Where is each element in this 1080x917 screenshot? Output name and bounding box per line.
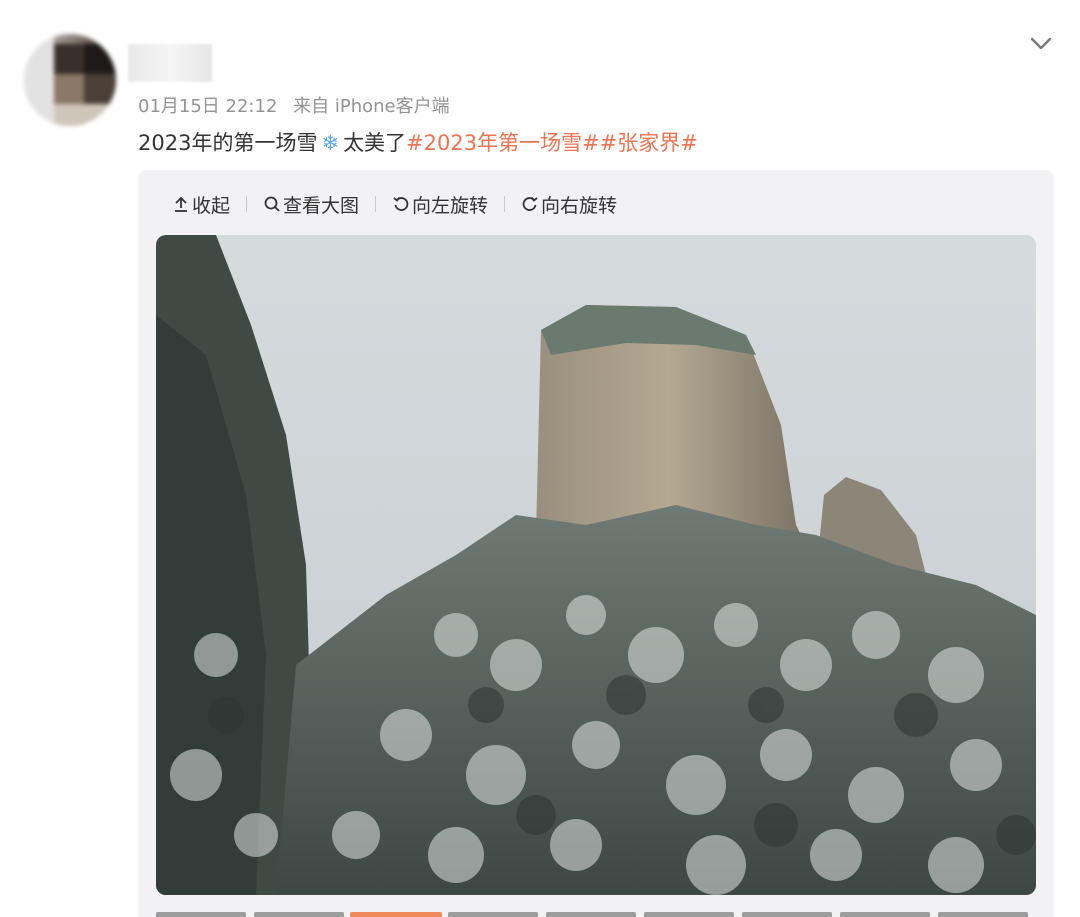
media-viewer: 收起 查看大图 向左旋转 向右旋转 <box>138 170 1054 917</box>
thumbnail[interactable] <box>254 912 344 917</box>
post-meta: 01月15日 22:12 来自 iPhone客户端 <box>138 92 450 118</box>
chevron-down-icon[interactable] <box>1028 30 1054 56</box>
rotate-right-button[interactable]: 向右旋转 <box>521 191 617 218</box>
thumbnail[interactable] <box>938 912 1028 917</box>
avatar[interactable] <box>24 34 116 126</box>
rotate-left-button[interactable]: 向左旋转 <box>392 191 488 218</box>
thumbnail[interactable] <box>840 912 930 917</box>
toolbar-divider <box>246 196 248 212</box>
thumbnail[interactable] <box>742 912 832 917</box>
rotate-left-label: 向左旋转 <box>412 194 489 217</box>
view-large-button[interactable]: 查看大图 <box>263 191 359 218</box>
hashtag-link[interactable]: #张家界# <box>600 131 698 155</box>
post-photo[interactable] <box>156 235 1036 895</box>
rotate-right-label: 向右旋转 <box>541 194 618 217</box>
snowflake-emoji: ❄ <box>321 131 340 155</box>
snowy-mountain-photo <box>156 235 1036 895</box>
post-text-suffix: 太美了 <box>343 131 407 155</box>
thumbnail[interactable] <box>156 912 246 917</box>
thumbnail-strip <box>156 910 1036 917</box>
username-redacted[interactable] <box>128 44 212 82</box>
hashtag-link[interactable]: #2023年第一场雪# <box>406 131 600 155</box>
post-text: 2023年的第一场雪 ❄ 太美了#2023年第一场雪##张家界# <box>138 127 698 157</box>
thumbnail[interactable] <box>448 912 538 917</box>
thumbnail[interactable] <box>644 912 734 917</box>
collapse-button[interactable]: 收起 <box>172 191 230 218</box>
view-large-label: 查看大图 <box>283 194 360 217</box>
post-text-main: 2023年的第一场雪 <box>138 131 318 155</box>
search-icon <box>264 196 280 212</box>
collapse-icon <box>175 196 187 212</box>
rotate-left-icon <box>393 196 409 211</box>
rotate-right-icon <box>522 196 538 211</box>
weibo-post: 01月15日 22:12 来自 iPhone客户端 2023年的第一场雪 ❄ 太美了… <box>0 0 1080 917</box>
thumbnail[interactable] <box>546 912 636 917</box>
collapse-label: 收起 <box>192 194 231 217</box>
toolbar-divider <box>504 196 506 212</box>
thumbnail-active[interactable] <box>350 912 442 917</box>
toolbar-divider <box>375 196 377 212</box>
post-time[interactable]: 01月15日 22:12 <box>138 96 277 117</box>
image-toolbar: 收起 查看大图 向左旋转 向右旋转 <box>172 190 617 218</box>
post-source: 来自 iPhone客户端 <box>293 96 450 117</box>
